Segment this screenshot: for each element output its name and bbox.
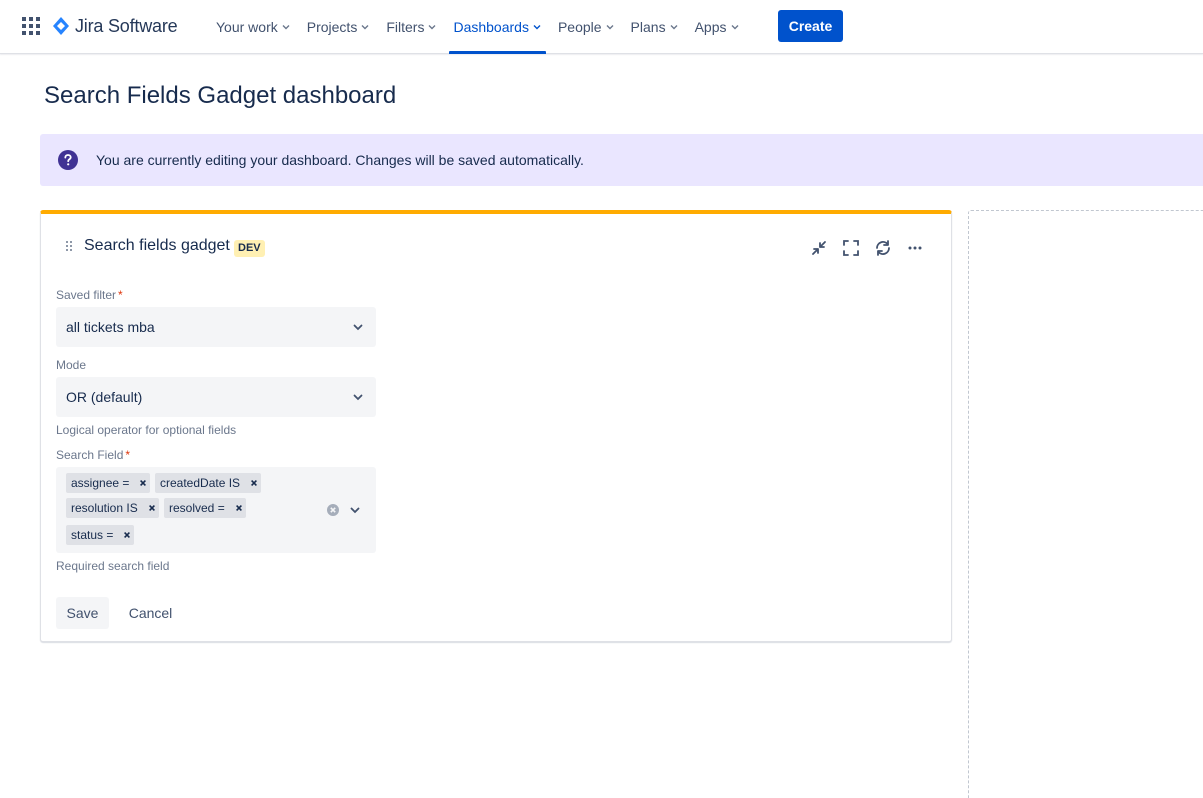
tag-assignee: assignee =: [66, 473, 151, 493]
refresh-button[interactable]: [867, 236, 899, 260]
saved-filter-value: all tickets mba: [66, 319, 155, 335]
search-field-help-text: Required search field: [56, 559, 170, 573]
minimize-button[interactable]: [803, 236, 835, 260]
nav-label: Plans: [630, 19, 666, 35]
create-button[interactable]: Create: [778, 10, 843, 42]
nav-label: Dashboards: [453, 19, 529, 35]
drag-handle-icon[interactable]: [65, 240, 73, 252]
mode-value: OR (default): [66, 389, 143, 405]
nav-label: Apps: [694, 19, 727, 35]
chevron-down-icon: [533, 25, 541, 30]
label-text: Search Field: [56, 448, 124, 462]
tag-label: status =: [71, 528, 114, 542]
chevron-down-icon: [282, 25, 290, 30]
page-title: Search Fields Gadget dashboard: [44, 82, 397, 109]
tag-label: resolved =: [169, 501, 225, 515]
top-navigation: Jira Software Your work Projects Filters…: [0, 0, 1203, 54]
label-text: Saved filter: [56, 288, 117, 302]
chevron-down-icon: [353, 394, 363, 401]
nav-filters[interactable]: Filters: [378, 0, 445, 54]
app-switcher-icon[interactable]: [22, 17, 40, 35]
editing-banner: You are currently editing your dashboard…: [40, 134, 1203, 186]
question-circle-icon: [58, 150, 78, 170]
search-field-label: Search Field *: [56, 448, 130, 462]
more-button[interactable]: [899, 236, 931, 260]
search-fields-gadget: Search fields gadget DEV Saved filter * …: [40, 210, 952, 642]
nav-label: Your work: [216, 19, 278, 35]
jira-diamond-icon: [53, 17, 69, 35]
tag-label: resolution IS: [71, 501, 138, 515]
product-name: Jira Software: [75, 15, 178, 36]
nav-apps[interactable]: Apps: [687, 0, 748, 54]
refresh-icon: [876, 240, 890, 256]
nav-your-work[interactable]: Your work: [208, 0, 299, 54]
chevron-down-icon: [353, 324, 363, 331]
nav-label: People: [557, 19, 602, 35]
saved-filter-select[interactable]: all tickets mba: [56, 307, 376, 347]
minimize-icon: [812, 241, 826, 255]
save-button[interactable]: Save: [56, 597, 109, 629]
remove-tag-icon[interactable]: [136, 476, 150, 490]
tag-status: status =: [66, 525, 135, 545]
tag-createddate: createdDate IS: [155, 473, 262, 493]
clear-selection-icon[interactable]: [326, 503, 340, 517]
remove-tag-icon[interactable]: [232, 501, 246, 515]
nav-plans[interactable]: Plans: [623, 0, 687, 54]
remove-tag-icon[interactable]: [120, 528, 134, 542]
mode-label: Mode: [56, 358, 87, 372]
gadget-actions: [803, 236, 931, 260]
fullscreen-button[interactable]: [835, 236, 867, 260]
fullscreen-icon: [843, 240, 859, 256]
nav-projects[interactable]: Projects: [299, 0, 379, 54]
remove-tag-icon[interactable]: [247, 476, 261, 490]
tag-resolution: resolution IS: [66, 498, 159, 518]
chevron-down-icon: [361, 25, 369, 30]
remove-tag-icon[interactable]: [145, 501, 159, 515]
tag-resolved: resolved =: [164, 498, 246, 518]
chevron-down-icon[interactable]: [349, 504, 361, 516]
more-icon: [908, 246, 922, 250]
gadget-title: Search fields gadget: [84, 237, 230, 254]
saved-filter-label: Saved filter *: [56, 288, 123, 302]
required-mark: *: [125, 448, 131, 462]
chevron-down-icon: [731, 25, 738, 30]
empty-dashboard-column[interactable]: [968, 210, 1203, 798]
mode-select[interactable]: OR (default): [56, 377, 376, 417]
cancel-button[interactable]: Cancel: [119, 597, 182, 629]
jira-logo[interactable]: Jira Software: [52, 14, 178, 38]
chevron-down-icon: [606, 25, 614, 30]
chevron-down-icon: [670, 25, 678, 30]
nav-people[interactable]: People: [550, 0, 623, 54]
nav-label: Projects: [306, 19, 358, 35]
tag-label: createdDate IS: [160, 476, 241, 490]
primary-nav: Your work Projects Filters Dashboards Pe…: [208, 0, 748, 54]
nav-dashboards[interactable]: Dashboards: [445, 0, 550, 54]
chevron-down-icon: [428, 25, 436, 30]
required-mark: *: [118, 288, 123, 302]
mode-help-text: Logical operator for optional fields: [56, 423, 237, 437]
banner-message: You are currently editing your dashboard…: [96, 152, 584, 168]
nav-label: Filters: [386, 19, 425, 35]
tag-label: assignee =: [71, 476, 130, 490]
search-field-multiselect[interactable]: assignee = createdDate IS resolution IS …: [56, 467, 376, 553]
dev-lozenge: DEV: [234, 240, 265, 257]
